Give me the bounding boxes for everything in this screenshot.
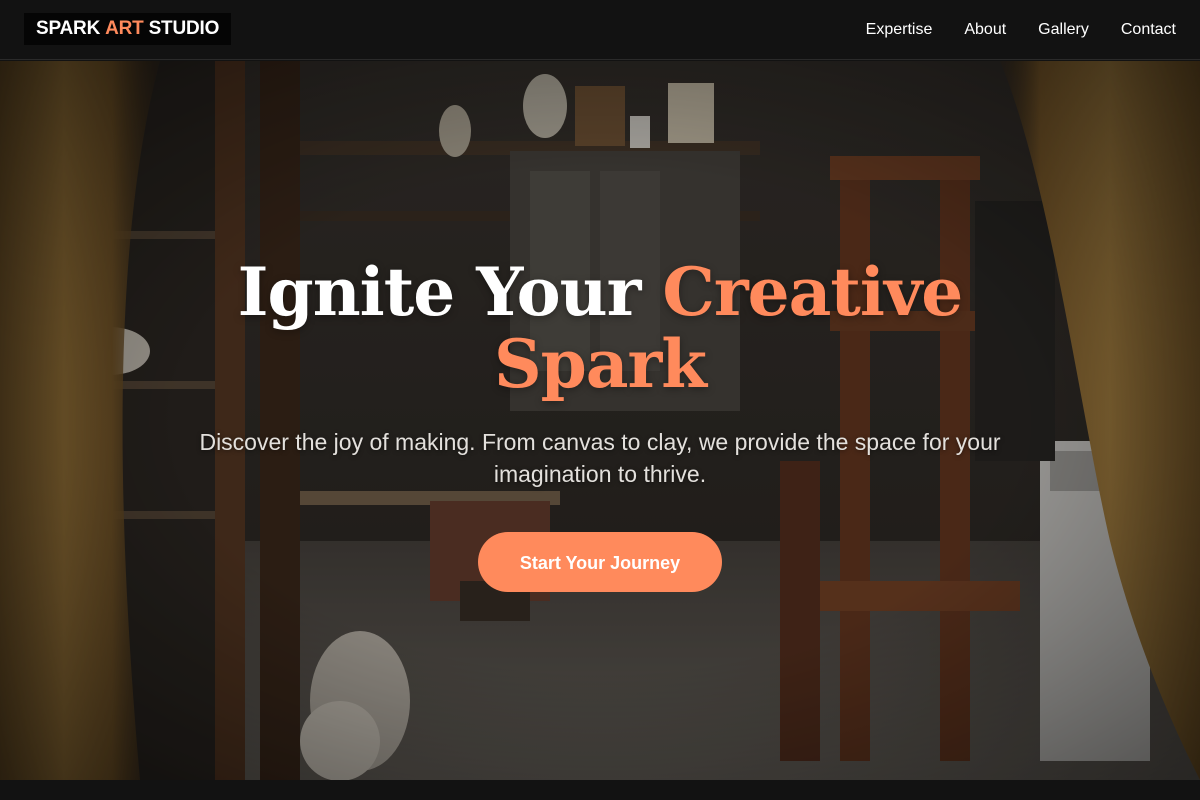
hero-section: Ignite Your Creative Spark Discover the j…: [0, 61, 1200, 780]
nav-link-contact[interactable]: Contact: [1121, 21, 1176, 39]
hero-title-white: Ignite Your: [237, 253, 663, 331]
brand-name-part3: STUDIO: [148, 18, 220, 39]
nav-menu: Expertise About Gallery Contact: [866, 0, 1176, 60]
nav-link-expertise[interactable]: Expertise: [866, 21, 933, 39]
hero-content: Ignite Your Creative Spark Discover the j…: [150, 256, 1050, 592]
brand-name-part1: SPARK: [36, 18, 101, 39]
footer-strip: [0, 780, 1200, 800]
landing-page: SPARK ART STUDIO Expertise About Gallery C…: [0, 0, 1200, 800]
brand-logo[interactable]: SPARK ART STUDIO: [24, 13, 232, 45]
hero-title-accent-creative: Creative: [662, 253, 963, 331]
start-journey-button[interactable]: Start Your Journey: [478, 532, 722, 592]
hero-title: Ignite Your Creative Spark: [150, 256, 1050, 400]
brand-name-part2: ART: [105, 18, 144, 39]
hero-subtitle: Discover the joy of making. From canvas …: [199, 429, 1001, 487]
nav-link-about[interactable]: About: [964, 21, 1006, 39]
nav-link-gallery[interactable]: Gallery: [1038, 21, 1089, 39]
hero-title-accent-spark: Spark: [493, 325, 707, 403]
navbar: SPARK ART STUDIO Expertise About Gallery C…: [0, 0, 1200, 60]
